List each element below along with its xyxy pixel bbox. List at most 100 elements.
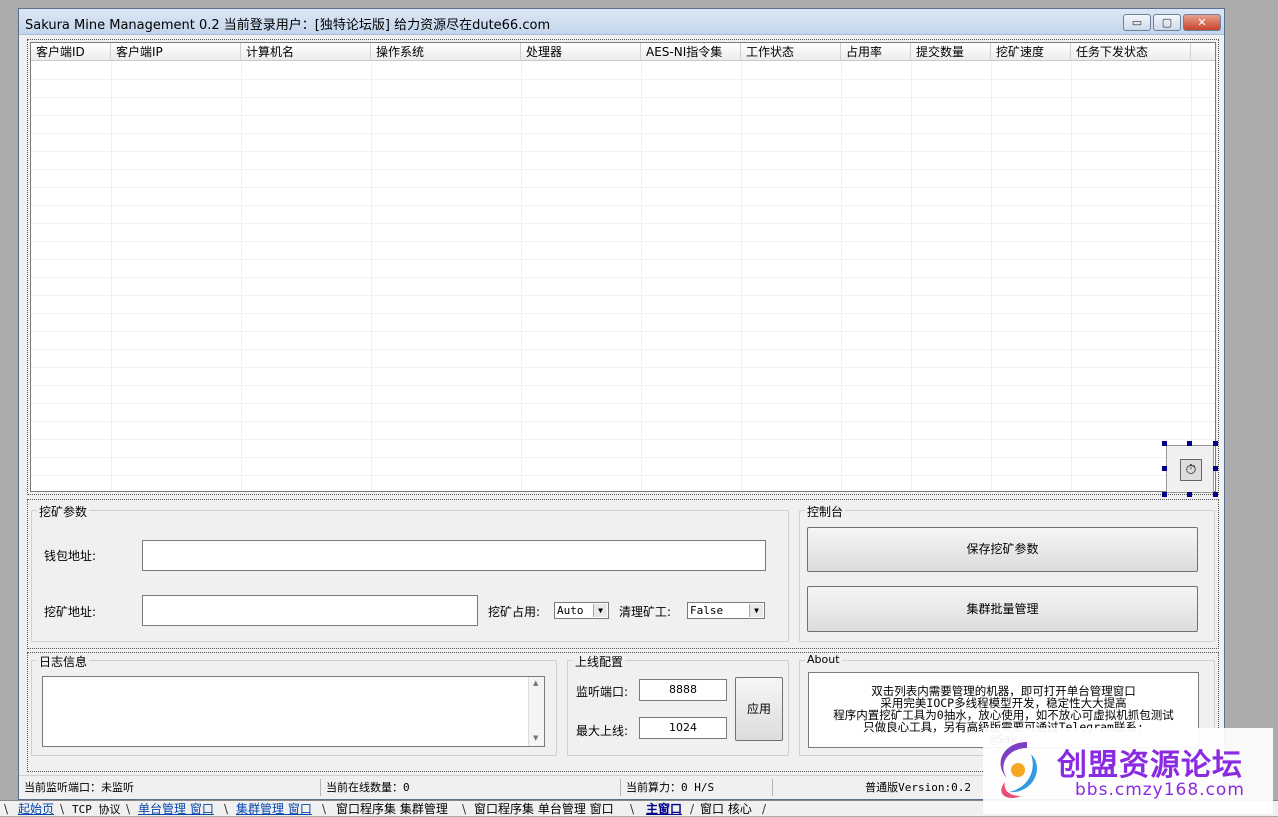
grid-line (31, 79, 1215, 80)
usage-select-value: Auto (557, 604, 584, 617)
grid-line (31, 223, 1215, 224)
grid-line (31, 295, 1215, 296)
column-header[interactable]: 处理器 (521, 43, 641, 61)
grid-line (521, 61, 522, 491)
grid-line (1071, 61, 1072, 491)
grid-line (1191, 61, 1192, 491)
log-textarea[interactable]: ▲ ▼ (42, 676, 545, 747)
main-window: Sakura Mine Management 0.2 当前登录用户：[独特论坛版… (18, 8, 1225, 800)
column-header[interactable]: 工作状态 (741, 43, 841, 61)
tab-window-core[interactable]: 窗口 核心 (696, 802, 756, 817)
listen-port-input[interactable]: 8888 (639, 679, 727, 701)
grid-line (31, 115, 1215, 116)
column-header[interactable]: 操作系统 (371, 43, 521, 61)
grid-line (31, 277, 1215, 278)
editor-left-strip (0, 0, 18, 800)
column-header[interactable]: AES-NI指令集 (641, 43, 741, 61)
tab-single-program-set[interactable]: 窗口程序集 单台管理 窗口 (470, 802, 618, 817)
grid-line (111, 61, 112, 491)
grid-line (31, 169, 1215, 170)
grid-line (31, 349, 1215, 350)
save-params-button[interactable]: 保存挖矿参数 (807, 527, 1198, 572)
grid-line (31, 457, 1215, 458)
timer-control[interactable]: ⏱ (1166, 445, 1214, 493)
grid-line (911, 61, 912, 491)
stopwatch-icon: ⏱ (1180, 459, 1202, 481)
selection-handle[interactable] (1213, 441, 1218, 446)
watermark-url: bbs.cmzy168.com (1075, 780, 1245, 800)
column-header[interactable]: 任务下发状态 (1071, 43, 1191, 61)
title-bar[interactable]: Sakura Mine Management 0.2 当前登录用户：[独特论坛版… (19, 9, 1224, 35)
console-title: 控制台 (805, 503, 846, 520)
client-list[interactable]: 客户端ID 客户端IP 计算机名 操作系统 处理器 AES-NI指令集 工作状态 占用率 提交数… (30, 42, 1216, 492)
column-header[interactable]: 客户端IP (111, 43, 241, 61)
selection-handle[interactable] (1187, 492, 1192, 497)
scroll-up-icon[interactable]: ▲ (533, 679, 538, 687)
minimize-button[interactable]: ▭ (1123, 14, 1151, 31)
pool-label: 挖矿地址: (44, 605, 97, 619)
tab-cluster-manage[interactable]: 集群管理 窗口 (232, 802, 316, 817)
mining-params-title: 挖矿参数 (37, 503, 90, 520)
maximize-button[interactable]: ▢ (1153, 14, 1181, 31)
grid-line (31, 259, 1215, 260)
batch-manage-button[interactable]: 集群批量管理 (807, 586, 1198, 632)
max-online-label: 最大上线: (576, 724, 629, 738)
grid-line (641, 61, 642, 491)
column-header[interactable]: 计算机名 (241, 43, 371, 61)
selection-handle[interactable] (1162, 441, 1167, 446)
tab-tcp[interactable]: TCP 协议 (68, 802, 125, 817)
grid-line (841, 61, 842, 491)
clean-select-value: False (690, 604, 724, 617)
grid-line (241, 61, 242, 491)
window-title: Sakura Mine Management 0.2 当前登录用户：[独特论坛版… (25, 18, 551, 33)
grid-line (31, 151, 1215, 152)
grid-line (31, 475, 1215, 476)
grid-line (741, 61, 742, 491)
selection-handle[interactable] (1187, 441, 1192, 446)
scroll-down-icon[interactable]: ▼ (533, 734, 538, 742)
column-header[interactable]: 挖矿速度 (991, 43, 1071, 61)
watermark-overlay: 创盟资源论坛 bbs.cmzy168.com (983, 728, 1273, 814)
selection-handle[interactable] (1213, 492, 1218, 497)
tab-main-window[interactable]: 主窗口 (642, 802, 686, 817)
grid-line (31, 331, 1215, 332)
grid-line (31, 403, 1215, 404)
selection-handle[interactable] (1162, 492, 1167, 497)
clean-label: 清理矿工: (619, 605, 672, 619)
grid-line (31, 439, 1215, 440)
close-button[interactable]: ✕ (1183, 14, 1221, 31)
grid-line (31, 241, 1215, 242)
usage-select[interactable]: Auto ▼ (554, 602, 609, 619)
online-config-title: 上线配置 (573, 653, 626, 670)
status-version: 普通版Version:0.2 (865, 781, 971, 794)
wallet-address-input[interactable] (142, 540, 766, 571)
log-title: 日志信息 (37, 653, 90, 670)
tab-start-page[interactable]: 起始页 (14, 802, 58, 817)
log-scrollbar[interactable]: ▲ ▼ (528, 677, 544, 746)
pool-address-input[interactable] (142, 595, 478, 626)
column-header[interactable]: 客户端ID (31, 43, 111, 61)
usage-label: 挖矿占用: (488, 605, 541, 619)
grid-line (31, 421, 1215, 422)
chevron-down-icon[interactable]: ▼ (593, 604, 607, 617)
watermark-logo-icon (1000, 742, 1037, 799)
about-title: About (805, 653, 842, 666)
tab-cluster-program-set[interactable]: 窗口程序集 集群管理 (332, 802, 452, 817)
selection-handle[interactable] (1162, 466, 1167, 471)
grid-line (991, 61, 992, 491)
column-header[interactable]: 占用率 (841, 43, 911, 61)
tab-single-manage[interactable]: 单台管理 窗口 (134, 802, 218, 817)
chevron-down-icon[interactable]: ▼ (749, 604, 763, 617)
column-header[interactable]: 提交数量 (911, 43, 991, 61)
grid-line (31, 133, 1215, 134)
wallet-label: 钱包地址: (44, 549, 97, 563)
grid-line (31, 367, 1215, 368)
status-hashrate: 当前算力：0 H/S (623, 779, 773, 796)
max-online-input[interactable]: 1024 (639, 717, 727, 739)
grid-line (31, 385, 1215, 386)
watermark-brand: 创盟资源论坛 (1057, 748, 1243, 783)
listen-port-label: 监听端口: (576, 685, 629, 699)
selection-handle[interactable] (1213, 466, 1218, 471)
clean-select[interactable]: False ▼ (687, 602, 765, 619)
apply-button[interactable]: 应用 (735, 677, 783, 741)
